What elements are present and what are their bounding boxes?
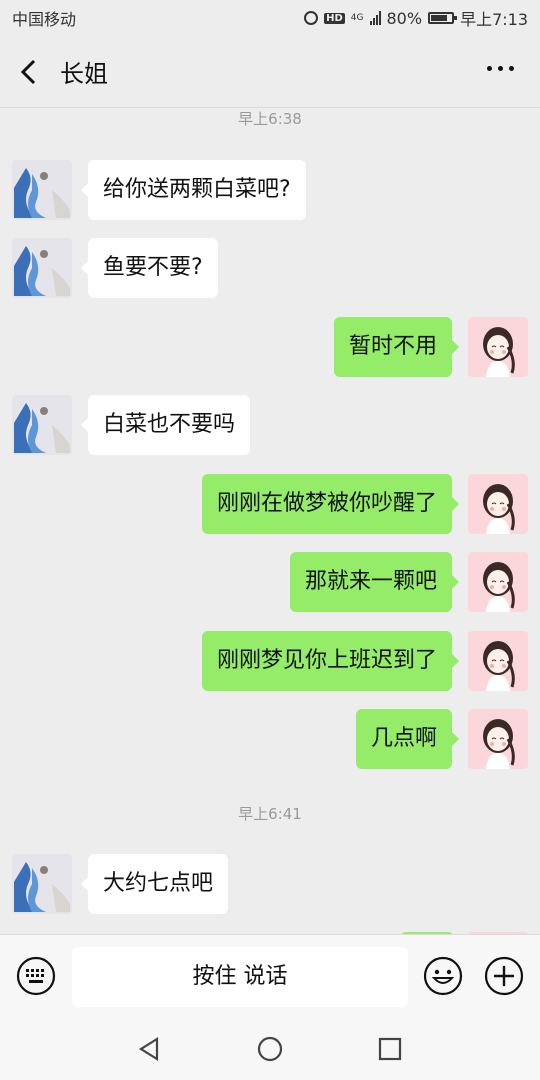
message-bubble[interactable]: 白菜也不要吗 (80, 395, 251, 455)
hd-badge: HD (324, 12, 345, 24)
chevron-left-icon[interactable] (18, 58, 40, 86)
carrier-label: 中国移动 (12, 10, 77, 29)
input-bar: 按住 说话 (0, 934, 540, 1020)
message-row: 暂时不用 (0, 317, 540, 379)
status-icons: HD 4G 80% 早上7:13 (304, 6, 528, 30)
avatar[interactable] (468, 631, 528, 691)
message-bubble[interactable]: 那就来一颗吧 (289, 552, 460, 612)
message-bubble[interactable]: 几点啊 (355, 709, 460, 769)
message-row: 给你送两颗白菜吧? (0, 160, 540, 222)
message-bubble[interactable]: 刚刚在做梦被你吵醒了 (201, 474, 460, 534)
chat-area[interactable]: 早上6:38 给你送两颗白菜吧? 鱼要不要? 暂时不用 白菜也不要吗 刚刚在做梦… (0, 108, 540, 934)
recents-square-icon[interactable] (375, 1034, 405, 1064)
message-bubble[interactable]: 鱼要不要? (81, 238, 218, 298)
home-circle-icon[interactable] (255, 1034, 285, 1064)
alarm-icon (304, 11, 319, 25)
timestamp: 早上6:41 (238, 805, 302, 823)
avatar[interactable] (468, 552, 528, 612)
chat-title: 长姐 (60, 60, 108, 88)
message-row: 大约七点吧 (0, 854, 540, 916)
message-bubble[interactable]: 暂时不用 (333, 317, 460, 377)
message-row: 白菜也不要吗 (0, 395, 540, 457)
plus-icon[interactable] (483, 955, 525, 997)
avatar[interactable] (12, 238, 72, 298)
avatar[interactable] (12, 160, 72, 220)
message-bubble[interactable]: 刚刚梦见你上班迟到了 (201, 631, 460, 691)
chat-header: 长姐 (0, 36, 540, 108)
avatar[interactable] (468, 474, 528, 534)
more-dots-icon[interactable] (487, 66, 514, 71)
keyboard-icon[interactable] (15, 955, 57, 997)
message-row: 刚刚梦见你上班迟到了 (0, 631, 540, 693)
timestamp: 早上6:38 (238, 110, 302, 128)
back-triangle-icon[interactable] (135, 1034, 165, 1064)
avatar[interactable] (12, 854, 72, 914)
hold-to-talk-button[interactable]: 按住 说话 (72, 947, 408, 1007)
signal-icon (369, 11, 381, 25)
status-bar: 中国移动 HD 4G 80% 早上7:13 (0, 0, 540, 36)
emoji-icon[interactable] (422, 955, 464, 997)
clock-time: 早上7:13 (460, 10, 528, 29)
message-bubble[interactable]: 大约七点吧 (80, 854, 229, 914)
message-row: 几点啊 (0, 709, 540, 771)
avatar[interactable] (12, 395, 72, 455)
message-row: 鱼要不要? (0, 238, 540, 300)
avatar[interactable] (468, 317, 528, 377)
message-row: 刚刚在做梦被你吵醒了 (0, 474, 540, 536)
battery-percent: 80% (386, 8, 423, 28)
message-bubble[interactable]: 给你送两颗白菜吧? (81, 160, 306, 220)
avatar[interactable] (468, 709, 528, 769)
message-row: 那就来一颗吧 (0, 552, 540, 614)
battery-icon (428, 12, 458, 24)
network-type: 4G (350, 12, 364, 23)
system-navigation-bar (0, 1020, 540, 1080)
